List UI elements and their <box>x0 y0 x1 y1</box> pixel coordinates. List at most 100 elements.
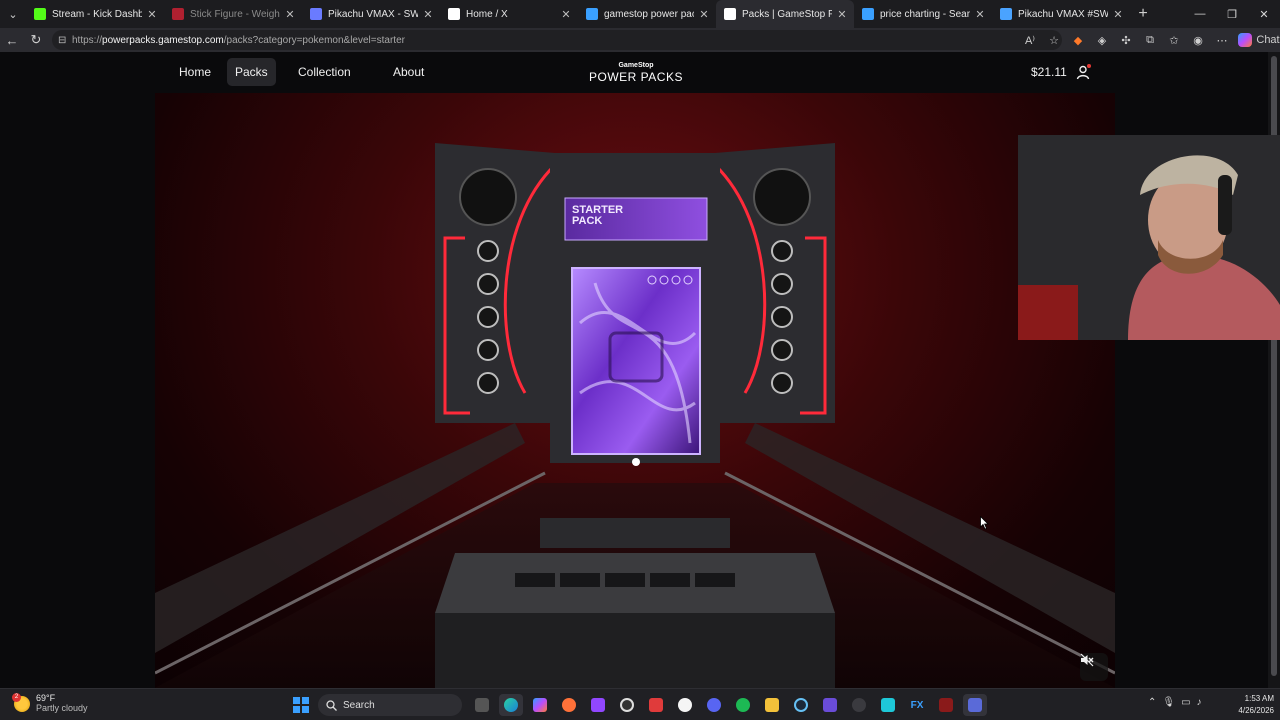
new-tab-button[interactable]: + <box>1130 5 1156 23</box>
tracker-app-icon[interactable] <box>876 694 900 716</box>
nav-packs-link[interactable]: Packs <box>227 58 276 86</box>
tab-title: Packs | GameStop Power Pac <box>742 8 832 20</box>
fx-app-icon[interactable]: FX <box>905 694 929 716</box>
weather-widget[interactable]: 2 69°F Partly cloudy <box>12 692 88 714</box>
copilot-chat-button[interactable]: Chat <box>1238 28 1280 52</box>
taskbar-search-box[interactable]: Search <box>318 694 462 716</box>
tab-actions-chevron-icon[interactable]: ⌄ <box>0 0 26 28</box>
tab-title: gamestop power packs - Sea <box>604 8 694 20</box>
copilot-app-icon[interactable] <box>528 694 552 716</box>
restore-icon[interactable]: ❐ <box>1216 0 1248 28</box>
window-controls: — ❐ ✕ <box>1184 0 1280 28</box>
browser-tab[interactable]: Stick Figure - Weight of Sou ✕ <box>164 0 302 28</box>
minimize-icon[interactable]: — <box>1184 0 1216 28</box>
tab-title: Stick Figure - Weight of Sou <box>190 8 280 20</box>
pack-label-text: STARTER PACK <box>572 204 624 227</box>
itunes-icon[interactable] <box>673 694 697 716</box>
browser-tab-strip: ⌄ Stream - Kick Dashboard✕Stick Figure -… <box>0 0 1280 28</box>
task-view-icon[interactable] <box>470 694 494 716</box>
nav-about-link[interactable]: About <box>385 58 432 86</box>
power-packs-logo[interactable]: GameStop POWER PACKS <box>577 62 695 86</box>
wallet-balance[interactable]: $21.11 <box>1031 65 1067 79</box>
twitch-icon[interactable] <box>586 694 610 716</box>
pack-machine-illustration <box>155 143 1115 688</box>
close-tab-icon[interactable]: ✕ <box>560 8 572 21</box>
refresh-icon[interactable]: ↻ <box>24 28 48 52</box>
microphone-icon[interactable]: 🎙︎ <box>1162 697 1175 708</box>
close-tab-icon[interactable]: ✕ <box>974 8 986 21</box>
webcam-person-image <box>1018 135 1280 340</box>
address-bar[interactable]: ⊟ https://powerpacks.gamestop.com/packs?… <box>52 30 1062 50</box>
extensions-puzzle-icon[interactable]: ✣ <box>1114 28 1138 52</box>
close-window-icon[interactable]: ✕ <box>1248 0 1280 28</box>
tab-title: Stream - Kick Dashboard <box>52 8 142 20</box>
tab-list: Stream - Kick Dashboard✕Stick Figure - W… <box>26 0 1130 28</box>
read-aloud-icon[interactable]: A⁾ <box>1018 28 1042 52</box>
browser-tab[interactable]: gamestop power packs - Sea ✕ <box>578 0 716 28</box>
network-icon[interactable]: ▭ <box>1181 697 1190 708</box>
edge-browser-icon[interactable] <box>499 694 523 716</box>
browser-tab[interactable]: Packs | GameStop Power Pac ✕ <box>716 0 854 28</box>
extension-fox-icon[interactable]: ◆ <box>1066 28 1090 52</box>
extension-diamond-icon[interactable]: ◈ <box>1090 28 1114 52</box>
steam-icon[interactable] <box>789 694 813 716</box>
windows-taskbar: 2 69°F Partly cloudy Search FX ⌃ 🎙︎ ▭ ♪ … <box>0 688 1280 720</box>
tab-title: Pikachu VMAX - SWSH062 - <box>328 8 418 20</box>
search-icon <box>586 8 598 20</box>
pricecharting-icon <box>1000 8 1012 20</box>
url-text: https://powerpacks.gamestop.com/packs?ca… <box>72 34 405 46</box>
system-tray: ⌃ 🎙︎ ▭ ♪ <box>1148 697 1202 708</box>
search-icon <box>326 699 337 711</box>
favorites-icon[interactable]: ✩ <box>1162 28 1186 52</box>
notification-dot <box>1087 64 1091 68</box>
more-menu-icon[interactable]: ⋯ <box>1210 28 1234 52</box>
profile-avatar-icon[interactable]: ◉ <box>1186 28 1210 52</box>
browser-tab[interactable]: price charting - Search ✕ <box>854 0 992 28</box>
favorite-star-icon[interactable]: ☆ <box>1042 28 1066 52</box>
toolbar-actions: A⁾ ☆ ◆ ◈ ✣ ⧉ ✩ ◉ ⋯ Chat <box>1018 28 1280 52</box>
obs-icon[interactable] <box>615 694 639 716</box>
close-tab-icon[interactable]: ✕ <box>1112 8 1124 21</box>
gs-icon <box>724 8 736 20</box>
copilot-icon <box>1238 33 1252 47</box>
taskbar-clock[interactable]: 1:53 AM 4/26/2026 <box>1224 693 1274 717</box>
browser-tab[interactable]: Pikachu VMAX #SWSH062 P ✕ <box>992 0 1130 28</box>
browser-tab[interactable]: Pikachu VMAX - SWSH062 - ✕ <box>302 0 440 28</box>
volume-icon[interactable]: ♪ <box>1197 697 1202 708</box>
site-header: Home Packs Collection About GameStop POW… <box>0 52 1268 92</box>
pack-machine-scene: STARTER PACK <box>155 93 1115 688</box>
close-tab-icon[interactable]: ✕ <box>698 8 710 21</box>
music-icon <box>172 8 184 20</box>
tray-overflow-chevron-icon[interactable]: ⌃ <box>1148 697 1156 708</box>
windows-start-icon[interactable] <box>293 697 309 713</box>
x-icon <box>448 8 460 20</box>
capture-app-icon[interactable] <box>847 694 871 716</box>
site-info-icon[interactable]: ⊟ <box>58 35 72 46</box>
weather-alert-badge: 2 <box>12 692 21 702</box>
close-tab-icon[interactable]: ✕ <box>146 8 158 21</box>
settings-app-icon[interactable] <box>963 694 987 716</box>
close-tab-icon[interactable]: ✕ <box>422 8 434 21</box>
split-screen-icon[interactable]: ⧉ <box>1138 28 1162 52</box>
file-explorer-icon[interactable] <box>760 694 784 716</box>
mute-sound-button[interactable] <box>1080 653 1108 681</box>
app-red-icon[interactable] <box>644 694 668 716</box>
close-tab-icon[interactable]: ✕ <box>836 8 848 21</box>
back-arrow-icon[interactable]: ← <box>0 28 24 52</box>
streamer-webcam-overlay <box>1018 135 1280 340</box>
clapper-app-icon[interactable] <box>818 694 842 716</box>
spotify-icon[interactable] <box>731 694 755 716</box>
browser-tab[interactable]: Stream - Kick Dashboard ✕ <box>26 0 164 28</box>
game-app-icon[interactable] <box>934 694 958 716</box>
nav-home-link[interactable]: Home <box>171 58 219 86</box>
close-tab-icon[interactable]: ✕ <box>284 8 296 21</box>
mouse-cursor-icon <box>980 516 989 530</box>
search-icon <box>862 8 874 20</box>
nav-collection-link[interactable]: Collection <box>290 58 359 86</box>
pokemon-icon <box>310 8 322 20</box>
tab-title: Pikachu VMAX #SWSH062 P <box>1018 8 1108 20</box>
tab-title: Home / X <box>466 8 508 20</box>
firefox-icon[interactable] <box>557 694 581 716</box>
discord-icon[interactable] <box>702 694 726 716</box>
browser-tab[interactable]: Home / X ✕ <box>440 0 578 28</box>
